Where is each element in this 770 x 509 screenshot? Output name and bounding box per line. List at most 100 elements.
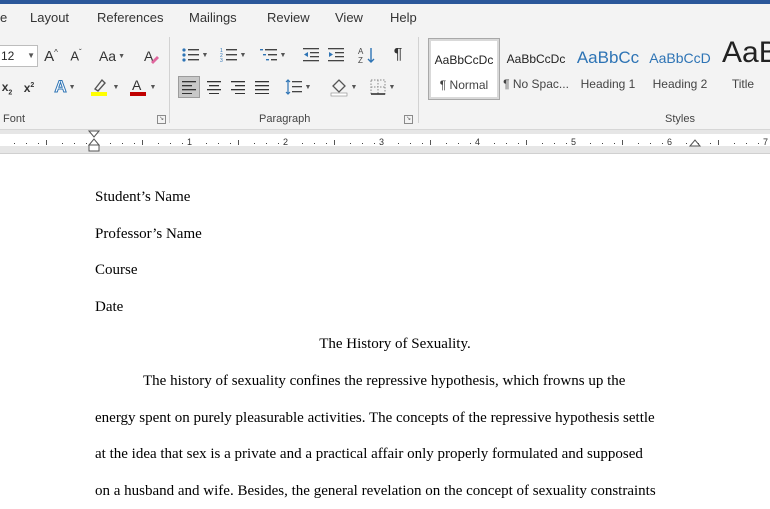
doc-body-line[interactable]: on a husband and wife. Besides, the gene… bbox=[95, 483, 656, 500]
justify-button[interactable] bbox=[251, 76, 273, 98]
doc-title[interactable]: The History of Sexuality. bbox=[95, 336, 695, 353]
tab-help[interactable]: Help bbox=[390, 10, 417, 25]
ruler-dot bbox=[134, 143, 135, 144]
ruler-dot bbox=[14, 143, 15, 144]
grow-font-button[interactable]: A^ bbox=[41, 45, 61, 67]
numbering-icon: 1 2 3 bbox=[220, 48, 237, 63]
chevron-down-icon: ▼ bbox=[149, 83, 157, 91]
chevron-down-icon: ▼ bbox=[239, 51, 247, 59]
style-title[interactable]: AaB Title bbox=[716, 36, 770, 100]
ribbon-home: 12 ▼ A^ Aˇ Aa▼ A x2 x2 A▼ ▼ A ▼ Font ↘ bbox=[0, 31, 770, 130]
numbering-button[interactable]: 1 2 3 ▼ bbox=[216, 44, 250, 66]
bullets-button[interactable]: ▼ bbox=[178, 44, 212, 66]
doc-course[interactable]: Course bbox=[95, 262, 138, 279]
tab-view[interactable]: View bbox=[335, 10, 363, 25]
ruler-dot bbox=[362, 143, 363, 144]
tab-layout[interactable]: Layout bbox=[30, 10, 69, 25]
borders-button[interactable]: ▼ bbox=[364, 76, 400, 98]
ruler-dot bbox=[518, 143, 519, 144]
ruler-dot bbox=[746, 143, 747, 144]
group-separator bbox=[418, 37, 419, 123]
ruler-dot bbox=[686, 143, 687, 144]
style-normal[interactable]: AaBbCcDc ¶ Normal bbox=[428, 38, 500, 100]
sort-button[interactable]: A Z bbox=[356, 44, 378, 66]
font-dialog-launcher-icon[interactable]: ↘ bbox=[157, 115, 166, 124]
ribbon-tabs: e Layout References Mailings Review View… bbox=[0, 4, 770, 31]
ruler-dot bbox=[506, 143, 507, 144]
highlight-color-button[interactable]: ▼ bbox=[86, 76, 122, 98]
ruler-dot bbox=[74, 143, 75, 144]
font-color-button[interactable]: A ▼ bbox=[124, 76, 160, 98]
shading-button[interactable]: ▼ bbox=[326, 76, 360, 98]
doc-body-line[interactable]: energy spent on purely pleasurable activ… bbox=[95, 410, 655, 427]
style-name: ¶ Normal bbox=[439, 78, 489, 92]
right-indent-marker-icon[interactable] bbox=[689, 138, 701, 148]
ruler-track[interactable]: 1 2 3 4 5 6 7 bbox=[0, 134, 770, 147]
clear-formatting-button[interactable]: A bbox=[140, 45, 162, 67]
ruler-number: 6 bbox=[667, 137, 673, 147]
subscript-button[interactable]: x2 bbox=[0, 77, 14, 99]
chevron-down-icon[interactable]: ▼ bbox=[27, 46, 35, 66]
change-case-button[interactable]: Aa ▼ bbox=[96, 45, 128, 67]
align-left-button[interactable] bbox=[178, 76, 200, 98]
ruler-dot bbox=[86, 143, 87, 144]
svg-text:Z: Z bbox=[358, 56, 363, 64]
ruler-dot bbox=[458, 143, 459, 144]
superscript-button[interactable]: x2 bbox=[20, 77, 38, 99]
ruler-dot bbox=[182, 143, 183, 144]
ruler-dot bbox=[38, 143, 39, 144]
increase-indent-button[interactable] bbox=[325, 44, 347, 66]
paragraph-dialog-launcher-icon[interactable]: ↘ bbox=[404, 115, 413, 124]
ruler-number: 2 bbox=[283, 137, 289, 147]
ruler-dot bbox=[326, 143, 327, 144]
tab-mailings[interactable]: Mailings bbox=[189, 10, 237, 25]
multilevel-list-button[interactable]: ▼ bbox=[256, 44, 290, 66]
style-heading-1[interactable]: AaBbCc Heading 1 bbox=[572, 38, 644, 100]
ruler-dot bbox=[218, 143, 219, 144]
tab-partial[interactable]: e bbox=[0, 10, 7, 25]
doc-student-name[interactable]: Student’s Name bbox=[95, 189, 190, 206]
ruler-dot bbox=[410, 143, 411, 144]
decrease-indent-icon bbox=[303, 48, 319, 62]
style-no-spacing[interactable]: AaBbCcDc ¶ No Spac... bbox=[500, 38, 572, 100]
style-heading-2[interactable]: AaBbCcD Heading 2 bbox=[644, 38, 716, 100]
group-separator bbox=[169, 37, 170, 123]
align-center-button[interactable] bbox=[203, 76, 225, 98]
ruler-number: 1 bbox=[187, 137, 193, 147]
align-right-icon bbox=[231, 81, 245, 94]
ruler-dot bbox=[62, 143, 63, 144]
paragraph-group-label: Paragraph bbox=[259, 113, 311, 125]
document-page[interactable]: Student’s Name Professor’s Name Course D… bbox=[0, 155, 770, 509]
grow-font-icon: A^ bbox=[44, 47, 58, 65]
doc-professor-name[interactable]: Professor’s Name bbox=[95, 226, 202, 243]
font-color-icon: A bbox=[129, 77, 146, 96]
text-effects-icon: A bbox=[54, 77, 67, 97]
chevron-down-icon: ▼ bbox=[112, 83, 120, 91]
doc-date[interactable]: Date bbox=[95, 299, 123, 316]
chevron-down-icon: ▼ bbox=[279, 51, 287, 59]
shrink-font-button[interactable]: Aˇ bbox=[66, 45, 86, 67]
line-spacing-button[interactable]: ▼ bbox=[281, 76, 315, 98]
chevron-down-icon: ▼ bbox=[201, 51, 209, 59]
svg-text:3: 3 bbox=[220, 58, 223, 63]
tab-review[interactable]: Review bbox=[267, 10, 310, 25]
ruler-half-tick bbox=[718, 140, 719, 145]
decrease-indent-button[interactable] bbox=[300, 44, 322, 66]
ruler-dot bbox=[566, 143, 567, 144]
indent-marker-icon[interactable] bbox=[88, 130, 100, 152]
font-size-value: 12 bbox=[1, 49, 15, 63]
increase-indent-icon bbox=[328, 48, 344, 62]
text-effects-button[interactable]: A ▼ bbox=[48, 76, 82, 98]
borders-icon bbox=[370, 79, 386, 95]
chevron-down-icon: ▼ bbox=[304, 83, 312, 91]
tab-references[interactable]: References bbox=[97, 10, 163, 25]
bullets-icon bbox=[181, 48, 199, 62]
styles-group-label: Styles bbox=[665, 113, 695, 125]
horizontal-ruler[interactable]: 1 2 3 4 5 6 7 bbox=[0, 130, 770, 154]
doc-body-line[interactable]: at the idea that sex is a private and a … bbox=[95, 446, 643, 463]
align-right-button[interactable] bbox=[227, 76, 249, 98]
doc-body-line[interactable]: The history of sexuality confines the re… bbox=[143, 373, 625, 390]
show-formatting-marks-button[interactable]: ¶ bbox=[388, 44, 408, 66]
font-size-input[interactable]: 12 ▼ bbox=[0, 45, 38, 67]
font-group-label: Font bbox=[3, 113, 26, 125]
